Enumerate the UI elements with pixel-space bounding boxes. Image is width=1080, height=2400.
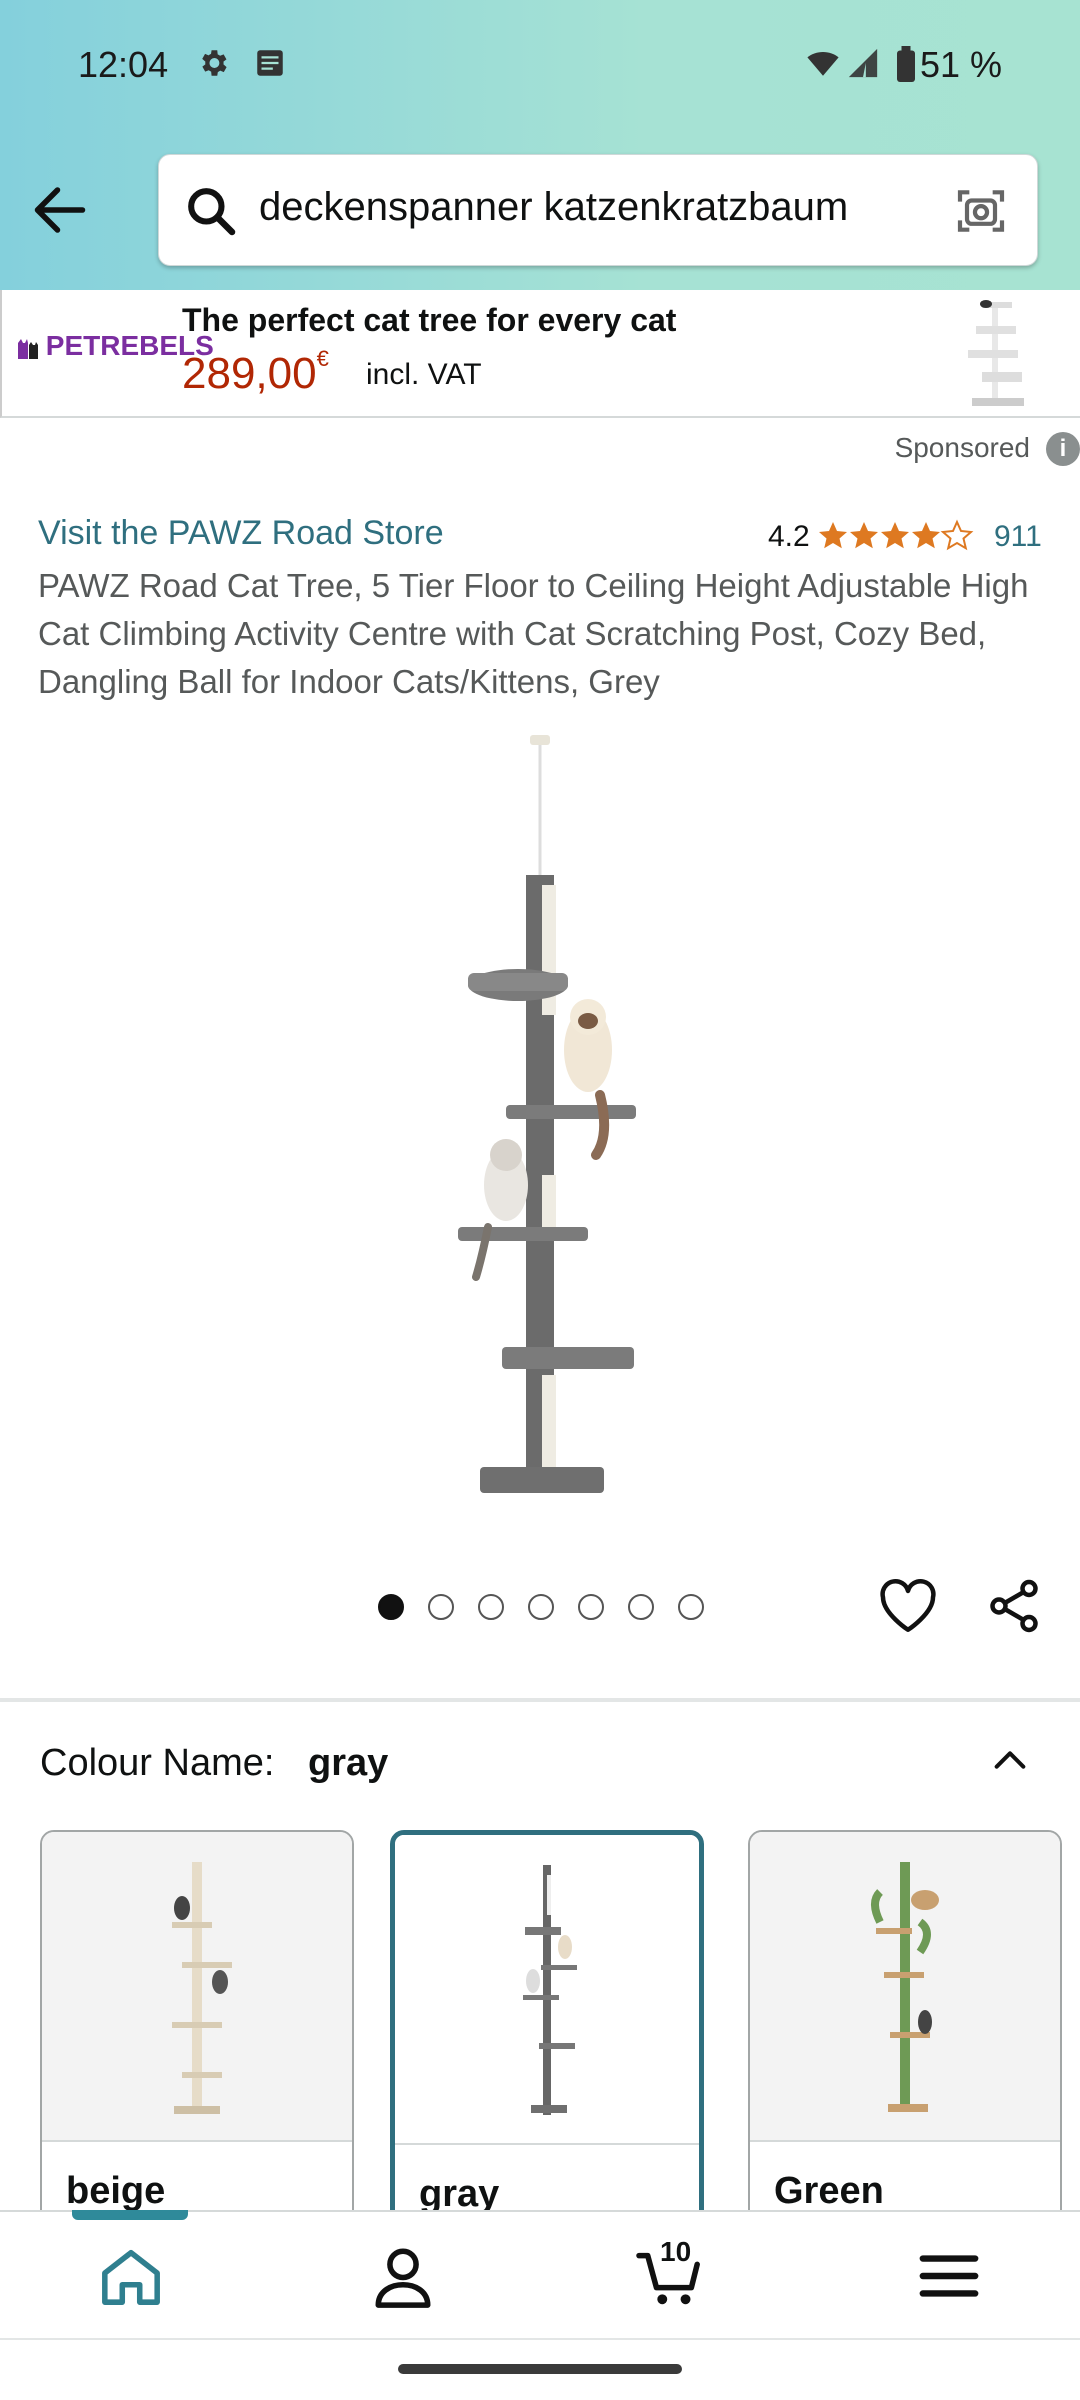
- ad-vat-note: incl. VAT: [366, 358, 482, 391]
- carousel-dot[interactable]: [528, 1594, 554, 1620]
- active-tab-indicator: [72, 2210, 188, 2220]
- menu-hamburger-icon[interactable]: [914, 2244, 984, 2308]
- rating-value: 4.2: [768, 520, 810, 553]
- carousel-dot[interactable]: [428, 1594, 454, 1620]
- battery-percentage: 51 %: [919, 44, 1002, 85]
- cat-logo-icon: [18, 339, 38, 359]
- search-input[interactable]: deckenspanner katzenkratzbaum: [259, 185, 848, 230]
- ad-price: 289,00€: [182, 346, 329, 398]
- sponsored-ad-banner[interactable]: PETREBELS The perfect cat tree for every…: [0, 290, 1080, 418]
- colour-option-gray[interactable]: gray: [390, 1830, 704, 2230]
- gesture-bar[interactable]: [398, 2364, 682, 2374]
- chevron-up-icon[interactable]: [990, 1740, 1030, 1780]
- gray-cat-tree-image: [523, 1865, 577, 2115]
- star-rating-icon[interactable]: [818, 518, 974, 552]
- battery-icon: [897, 46, 915, 82]
- carousel-dot[interactable]: [378, 1594, 404, 1620]
- status-bar: 12:04 51 %: [0, 0, 1080, 130]
- store-link[interactable]: Visit the PAWZ Road Store: [38, 514, 444, 553]
- carousel-dot[interactable]: [578, 1594, 604, 1620]
- ad-product-thumbnail: [968, 300, 1024, 406]
- swatch-image: [42, 1832, 352, 2142]
- search-icon: [188, 188, 236, 236]
- section-divider: [0, 1698, 1080, 1702]
- beige-cat-tree-image: [172, 1862, 232, 2114]
- swatch-name: beige: [66, 2170, 166, 2212]
- settings-gear-icon: [202, 50, 227, 76]
- swatch-image: [395, 1835, 699, 2145]
- back-arrow-icon[interactable]: [30, 180, 90, 240]
- swatch-image: [750, 1832, 1060, 2142]
- carousel-dot[interactable]: [478, 1594, 504, 1620]
- green-cat-tree-image: [871, 1862, 939, 2112]
- wifi-icon: [807, 52, 839, 76]
- colour-option-green[interactable]: Green: [748, 1830, 1062, 2230]
- notification-app-icon: [257, 50, 283, 76]
- search-bar[interactable]: deckenspanner katzenkratzbaum: [158, 154, 1038, 266]
- product-image[interactable]: [440, 735, 640, 1505]
- carousel-dot[interactable]: [628, 1594, 654, 1620]
- info-icon[interactable]: i: [1046, 432, 1080, 466]
- colour-name-label: Colour Name:: [40, 1742, 275, 1784]
- ad-title: The perfect cat tree for every cat: [182, 302, 677, 338]
- carousel-dot[interactable]: [678, 1594, 704, 1620]
- account-icon[interactable]: [368, 2244, 438, 2308]
- wishlist-heart-icon[interactable]: [878, 1578, 938, 1634]
- product-title: PAWZ Road Cat Tree, 5 Tier Floor to Ceil…: [38, 567, 1029, 700]
- colour-selected-value: gray: [308, 1742, 389, 1784]
- swatch-name: Green: [774, 2170, 884, 2212]
- share-icon[interactable]: [984, 1576, 1044, 1636]
- sponsored-label: Sponsored: [894, 432, 1030, 463]
- home-icon[interactable]: [96, 2244, 166, 2308]
- status-time: 12:04: [78, 44, 169, 85]
- review-count[interactable]: 911: [994, 520, 1042, 554]
- colour-option-beige[interactable]: beige: [40, 1830, 354, 2230]
- signal-icon: [848, 48, 878, 78]
- cart-count-badge: 10: [660, 2236, 692, 2267]
- camera-search-icon[interactable]: [953, 183, 1009, 239]
